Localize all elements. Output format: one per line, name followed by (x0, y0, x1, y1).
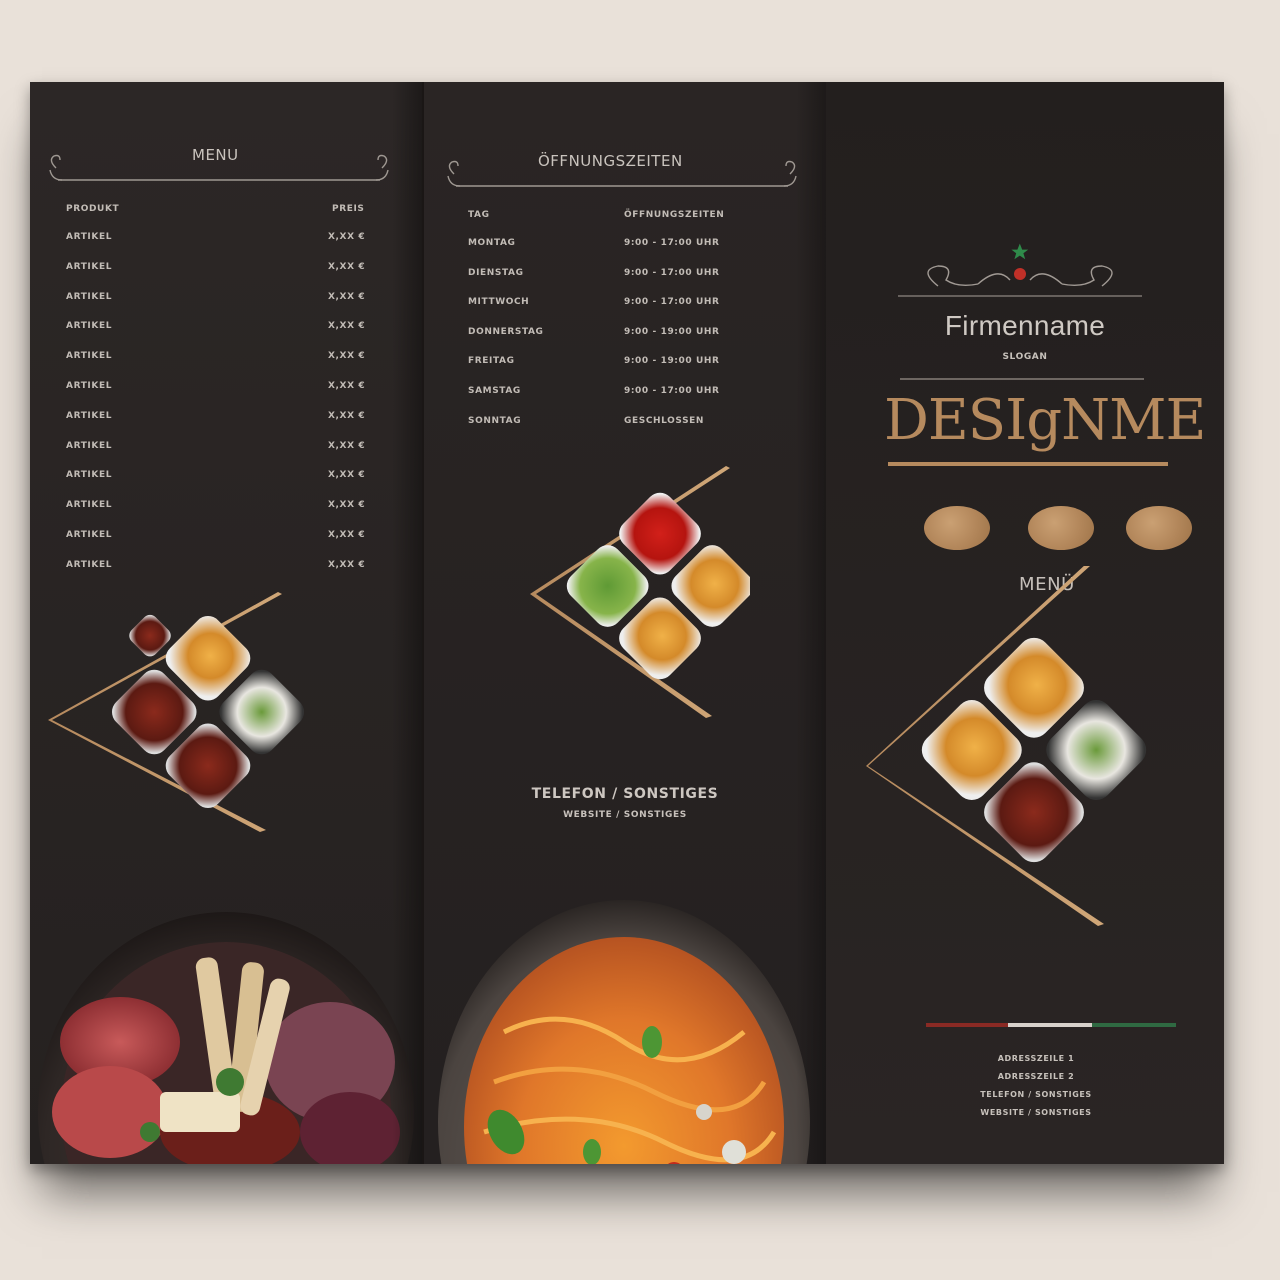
day-name: Montag (468, 238, 516, 248)
product-price: X,XX € (328, 470, 366, 481)
day-name: Freitag (468, 356, 515, 367)
food-tiles-graphic (530, 466, 750, 718)
product-price: X,XX € (328, 381, 366, 391)
panel-opening-hours: Öffnungszeiten Tag Öffnungszeiten Montag… (422, 82, 828, 1164)
table-row: Dienstag 9:00 - 17:00 Uhr (424, 268, 826, 288)
header-day: Tag (468, 210, 490, 220)
day-hours: 9:00 - 19:00 Uhr (624, 326, 720, 337)
trifold-menu-brochure: Menu Produkt Preis Artikel X,XX € Artikel X… (30, 82, 1224, 1164)
product-price: X,XX € (328, 500, 366, 511)
product-name: Artikel (66, 261, 113, 272)
table-row: Samstag 9:00 - 17:00 Uhr (424, 386, 826, 406)
product-name: Artikel (66, 381, 113, 391)
table-row: Artikel X,XX € (30, 381, 422, 401)
product-name: Artikel (66, 351, 113, 362)
brand-logo-text: DESIgNME (884, 388, 1206, 453)
menu-heading: Menu (192, 146, 239, 164)
product-name: Artikel (66, 559, 113, 570)
day-name: Dienstag (468, 267, 524, 278)
slogan: Slogan (1002, 352, 1048, 362)
table-row: Artikel X,XX € (30, 500, 422, 520)
dot (924, 506, 990, 550)
contact-subtitle: Website / Sonstiges (563, 810, 687, 820)
product-price: X,XX € (328, 261, 366, 272)
product-name: Artikel (66, 440, 113, 451)
table-row: Montag 9:00 - 17:00 Uhr (424, 238, 826, 258)
company-name: Firmenname (944, 310, 1106, 341)
decorative-dots (826, 506, 1224, 554)
product-name: Artikel (66, 232, 113, 242)
dot (1028, 506, 1094, 550)
divider-line (900, 378, 1144, 380)
food-tiles-graphic (48, 592, 305, 832)
table-header-row: Tag Öffnungszeiten (424, 210, 826, 230)
hours-table: Tag Öffnungszeiten Montag 9:00 - 17:00 Uh… (424, 210, 826, 440)
table-row: Donnerstag 9:00 - 19:00 Uhr (424, 327, 826, 347)
table-row: Artikel X,XX € (30, 321, 422, 341)
contact-title: Telefon / Sonstiges (531, 786, 719, 802)
footer-line: Website / Sonstiges (980, 1108, 1092, 1117)
product-price: X,XX € (328, 559, 366, 570)
day-hours: 9:00 - 17:00 Uhr (624, 238, 720, 248)
footer-line: Telefon / Sonstiges (980, 1090, 1092, 1099)
product-price: X,XX € (328, 351, 366, 362)
table-row: Artikel X,XX € (30, 470, 422, 490)
dot (1126, 506, 1192, 550)
day-name: Donnerstag (468, 326, 544, 337)
table-row: Mittwoch 9:00 - 17:00 Uhr (424, 297, 826, 317)
product-price: X,XX € (328, 232, 366, 242)
product-name: Artikel (66, 410, 113, 421)
day-hours: 9:00 - 17:00 Uhr (624, 386, 720, 396)
product-name: Artikel (66, 500, 113, 511)
table-row: Artikel X,XX € (30, 292, 422, 312)
table-row: Artikel X,XX € (30, 441, 422, 461)
product-price: X,XX € (328, 321, 366, 332)
opening-hours-heading: Öffnungszeiten (538, 152, 683, 170)
table-row: Artikel X,XX € (30, 411, 422, 431)
panel-menu-prices: Menu Produkt Preis Artikel X,XX € Artikel X… (30, 82, 422, 1164)
day-name: Mittwoch (468, 297, 530, 308)
food-tiles-graphic (866, 566, 1147, 926)
day-hours: 9:00 - 19:00 Uhr (624, 356, 720, 367)
header-product: Produkt (66, 204, 120, 214)
product-name: Artikel (66, 530, 113, 540)
table-row: Sonntag Geschlossen (424, 416, 826, 436)
product-name: Artikel (66, 321, 113, 332)
product-price: X,XX € (328, 530, 366, 540)
product-price: X,XX € (328, 410, 366, 421)
footer-line: Adresszeile 2 (997, 1072, 1075, 1081)
product-name: Artikel (66, 291, 113, 302)
table-row: Artikel X,XX € (30, 530, 422, 550)
table-row: Artikel X,XX € (30, 351, 422, 371)
product-price: X,XX € (328, 291, 366, 302)
day-name: Sonntag (468, 415, 522, 426)
day-hours: 9:00 - 17:00 Uhr (624, 297, 720, 308)
brand-underline (888, 462, 1168, 466)
day-name: Samstag (468, 386, 521, 396)
price-table: Produkt Preis Artikel X,XX € Artikel X,XX €… (30, 204, 422, 584)
italian-flag-line (926, 1023, 1176, 1027)
pasta-bowl-image (438, 900, 810, 1164)
product-price: X,XX € (328, 440, 366, 451)
header-hours: Öffnungszeiten (624, 210, 725, 220)
day-hours: Geschlossen (624, 415, 705, 426)
table-header-row: Produkt Preis (30, 204, 422, 224)
footer-line: Adresszeile 1 (997, 1054, 1075, 1063)
scroll-divider-icon (898, 243, 1142, 297)
header-price: Preis (332, 204, 365, 214)
day-hours: 9:00 - 17:00 Uhr (624, 267, 720, 278)
table-row: Artikel X,XX € (30, 232, 422, 252)
table-row: Artikel X,XX € (30, 560, 422, 580)
table-row: Artikel X,XX € (30, 262, 422, 282)
product-name: Artikel (66, 470, 113, 481)
panel-cover: Firmenname Slogan DESIgNME MENÜ (826, 82, 1224, 1164)
table-row: Freitag 9:00 - 19:00 Uhr (424, 356, 826, 376)
charcuterie-bowl-image (38, 912, 414, 1164)
